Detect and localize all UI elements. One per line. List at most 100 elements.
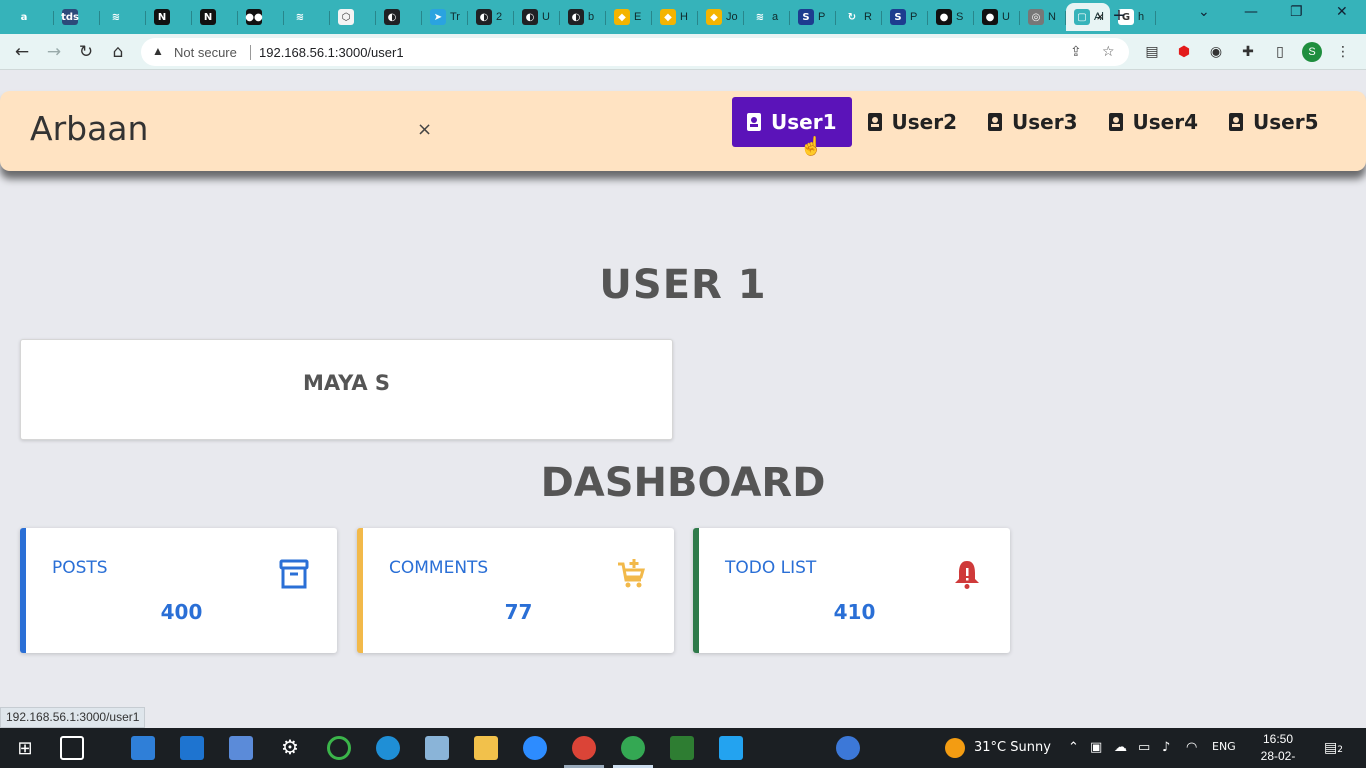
browser-tab[interactable]: ◆ Jo — [698, 3, 744, 31]
status-bar-url: 192.168.56.1:3000/user1 — [0, 707, 146, 728]
dashboard-heading: DASHBOARD — [540, 460, 826, 506]
package-icon: ◆ — [706, 9, 722, 25]
nav-link-user3[interactable]: User3 — [973, 97, 1093, 147]
reader-mode-icon[interactable]: ▤ — [1143, 43, 1161, 61]
tab-title: Jo — [726, 11, 738, 23]
user-name: MAYA S — [302, 371, 391, 395]
onedrive-icon[interactable]: ☁ — [1114, 740, 1127, 755]
ant-icon: ≋ — [752, 9, 768, 25]
side-panel-icon[interactable]: ▯ — [1271, 43, 1289, 61]
nav-link-label: User4 — [1132, 110, 1199, 134]
browser-tab[interactable]: ≋ — [284, 3, 330, 31]
browser-tab[interactable]: tds — [54, 3, 100, 31]
tab-title: a — [772, 11, 779, 23]
browser-tab[interactable]: ◆ H — [652, 3, 698, 31]
tab-search-icon[interactable]: ⌄ — [1198, 4, 1210, 20]
language-indicator[interactable]: ENG — [1212, 740, 1236, 753]
browser-tab[interactable]: ↻ R — [836, 3, 882, 31]
nav-link-user5[interactable]: User5 — [1214, 97, 1334, 147]
weather-text[interactable]: 31°C Sunny — [974, 740, 1051, 755]
stat-card-todo-list: TODO LIST 410 — [693, 528, 1010, 653]
browser-toolbar: ← → ↻ ⌂ ▲ Not secure 192.168.56.1:3000/u… — [0, 34, 1366, 70]
browser-tab[interactable]: ◐ — [376, 3, 422, 31]
browser-tab[interactable]: ◐ U — [514, 3, 560, 31]
browser-tab[interactable]: a — [8, 3, 54, 31]
browser-tab[interactable]: N — [146, 3, 192, 31]
browser-tab[interactable]: ≋ a — [744, 3, 790, 31]
browser-tab[interactable]: ⬡ — [330, 3, 376, 31]
mail-icon[interactable] — [180, 736, 204, 760]
remote-desktop-icon[interactable] — [229, 736, 253, 760]
wifi-icon[interactable]: ◠ — [1186, 740, 1197, 755]
nav-link-user1[interactable]: User1 — [732, 97, 852, 147]
menu-kebab-icon[interactable]: ⋮ — [1334, 43, 1352, 61]
windows-start-icon[interactable]: ⊞ — [13, 736, 37, 760]
forward-button[interactable]: → — [43, 41, 65, 63]
task-view-icon[interactable] — [60, 736, 84, 760]
xbox-icon[interactable] — [327, 736, 351, 760]
tab-title: N — [1048, 11, 1056, 23]
browser-tab[interactable]: N — [192, 3, 238, 31]
browser-tab[interactable]: SP — [790, 3, 836, 31]
browser-tab[interactable]: ● U — [974, 3, 1020, 31]
ublock-extension-icon[interactable]: ⬢ — [1175, 43, 1193, 61]
profile-avatar[interactable]: S — [1302, 42, 1322, 62]
spreadsheet-icon[interactable] — [670, 736, 694, 760]
url-text: 192.168.56.1:3000/user1 — [259, 45, 404, 60]
user-name-card: MAYA S — [20, 339, 673, 440]
tab-title: 2 — [496, 11, 503, 23]
nav-link-user4[interactable]: User4 — [1094, 97, 1214, 147]
mouse-pointer-icon: ☝ — [800, 136, 823, 156]
browser-tab[interactable]: ◆ E — [606, 3, 652, 31]
battery-icon[interactable]: ▭ — [1138, 740, 1150, 755]
warning-icon: ▲ — [152, 44, 164, 58]
tab-title: R — [864, 11, 872, 23]
volume-icon[interactable]: ♪ — [1162, 740, 1170, 755]
microsoft-store-icon[interactable] — [131, 736, 155, 760]
share-icon[interactable]: ⇪ — [1070, 44, 1082, 60]
browser-tab[interactable]: SP — [882, 3, 928, 31]
browser-tab[interactable]: ◐ 2 — [468, 3, 514, 31]
clock[interactable]: 16:50 28-02-2023 — [1248, 731, 1308, 768]
zoom-icon[interactable] — [523, 736, 547, 760]
extension-icon[interactable]: ◉ — [1207, 43, 1225, 61]
file-explorer-icon[interactable] — [474, 736, 498, 760]
tray-app-icon[interactable]: ▣ — [1090, 740, 1102, 755]
browser-tab[interactable]: ◎ N — [1020, 3, 1066, 31]
browser-tab[interactable]: ● S — [928, 3, 974, 31]
notifications-icon[interactable]: ▤2 — [1324, 740, 1343, 756]
nav-link-user2[interactable]: User2 — [853, 97, 973, 147]
globe-icon: ◐ — [476, 9, 492, 25]
close-icon[interactable]: × — [417, 119, 432, 140]
tray-chevron-icon[interactable]: ⌃ — [1068, 740, 1079, 755]
help-icon[interactable] — [836, 736, 860, 760]
address-bar[interactable]: ▲ Not secure 192.168.56.1:3000/user1 ⇪ ☆ — [141, 38, 1129, 66]
browser-tab[interactable]: ▢ Al × — [1066, 3, 1110, 31]
minimize-button[interactable]: — — [1244, 4, 1258, 20]
back-button[interactable]: ← — [11, 41, 33, 63]
reload-button[interactable]: ↻ — [75, 41, 97, 63]
bookmark-star-icon[interactable]: ☆ — [1102, 44, 1115, 60]
edge-icon[interactable] — [376, 736, 400, 760]
puzzle-extensions-icon[interactable]: ✚ — [1239, 43, 1257, 61]
id-badge-icon — [1108, 113, 1123, 131]
browser-tab[interactable]: ➤ Tr — [422, 3, 468, 31]
settings-gear-icon[interactable]: ⚙ — [278, 736, 302, 760]
id-badge-icon — [1229, 113, 1243, 131]
browser-tab[interactable]: ●● — [238, 3, 284, 31]
browser-tab[interactable]: ≋ — [100, 3, 146, 31]
tab-title: h — [1138, 11, 1145, 23]
home-button[interactable]: ⌂ — [107, 41, 129, 63]
stat-value: 410 — [833, 600, 876, 624]
github-icon: ● — [936, 9, 952, 25]
restore-button[interactable]: ❐ — [1290, 4, 1303, 20]
close-tab-icon[interactable]: × — [1096, 9, 1104, 24]
vscode-icon[interactable] — [719, 736, 743, 760]
browser-tab[interactable]: ◐ b — [560, 3, 606, 31]
app-navbar: Arbaan × User1 User2 User3 User4 User5 — [0, 91, 1366, 171]
close-window-button[interactable]: ✕ — [1336, 4, 1348, 20]
chrome-profile-icon[interactable] — [621, 736, 645, 760]
new-tab-button[interactable]: + — [1108, 5, 1130, 27]
chrome-icon[interactable] — [572, 736, 596, 760]
notepad-icon[interactable] — [425, 736, 449, 760]
